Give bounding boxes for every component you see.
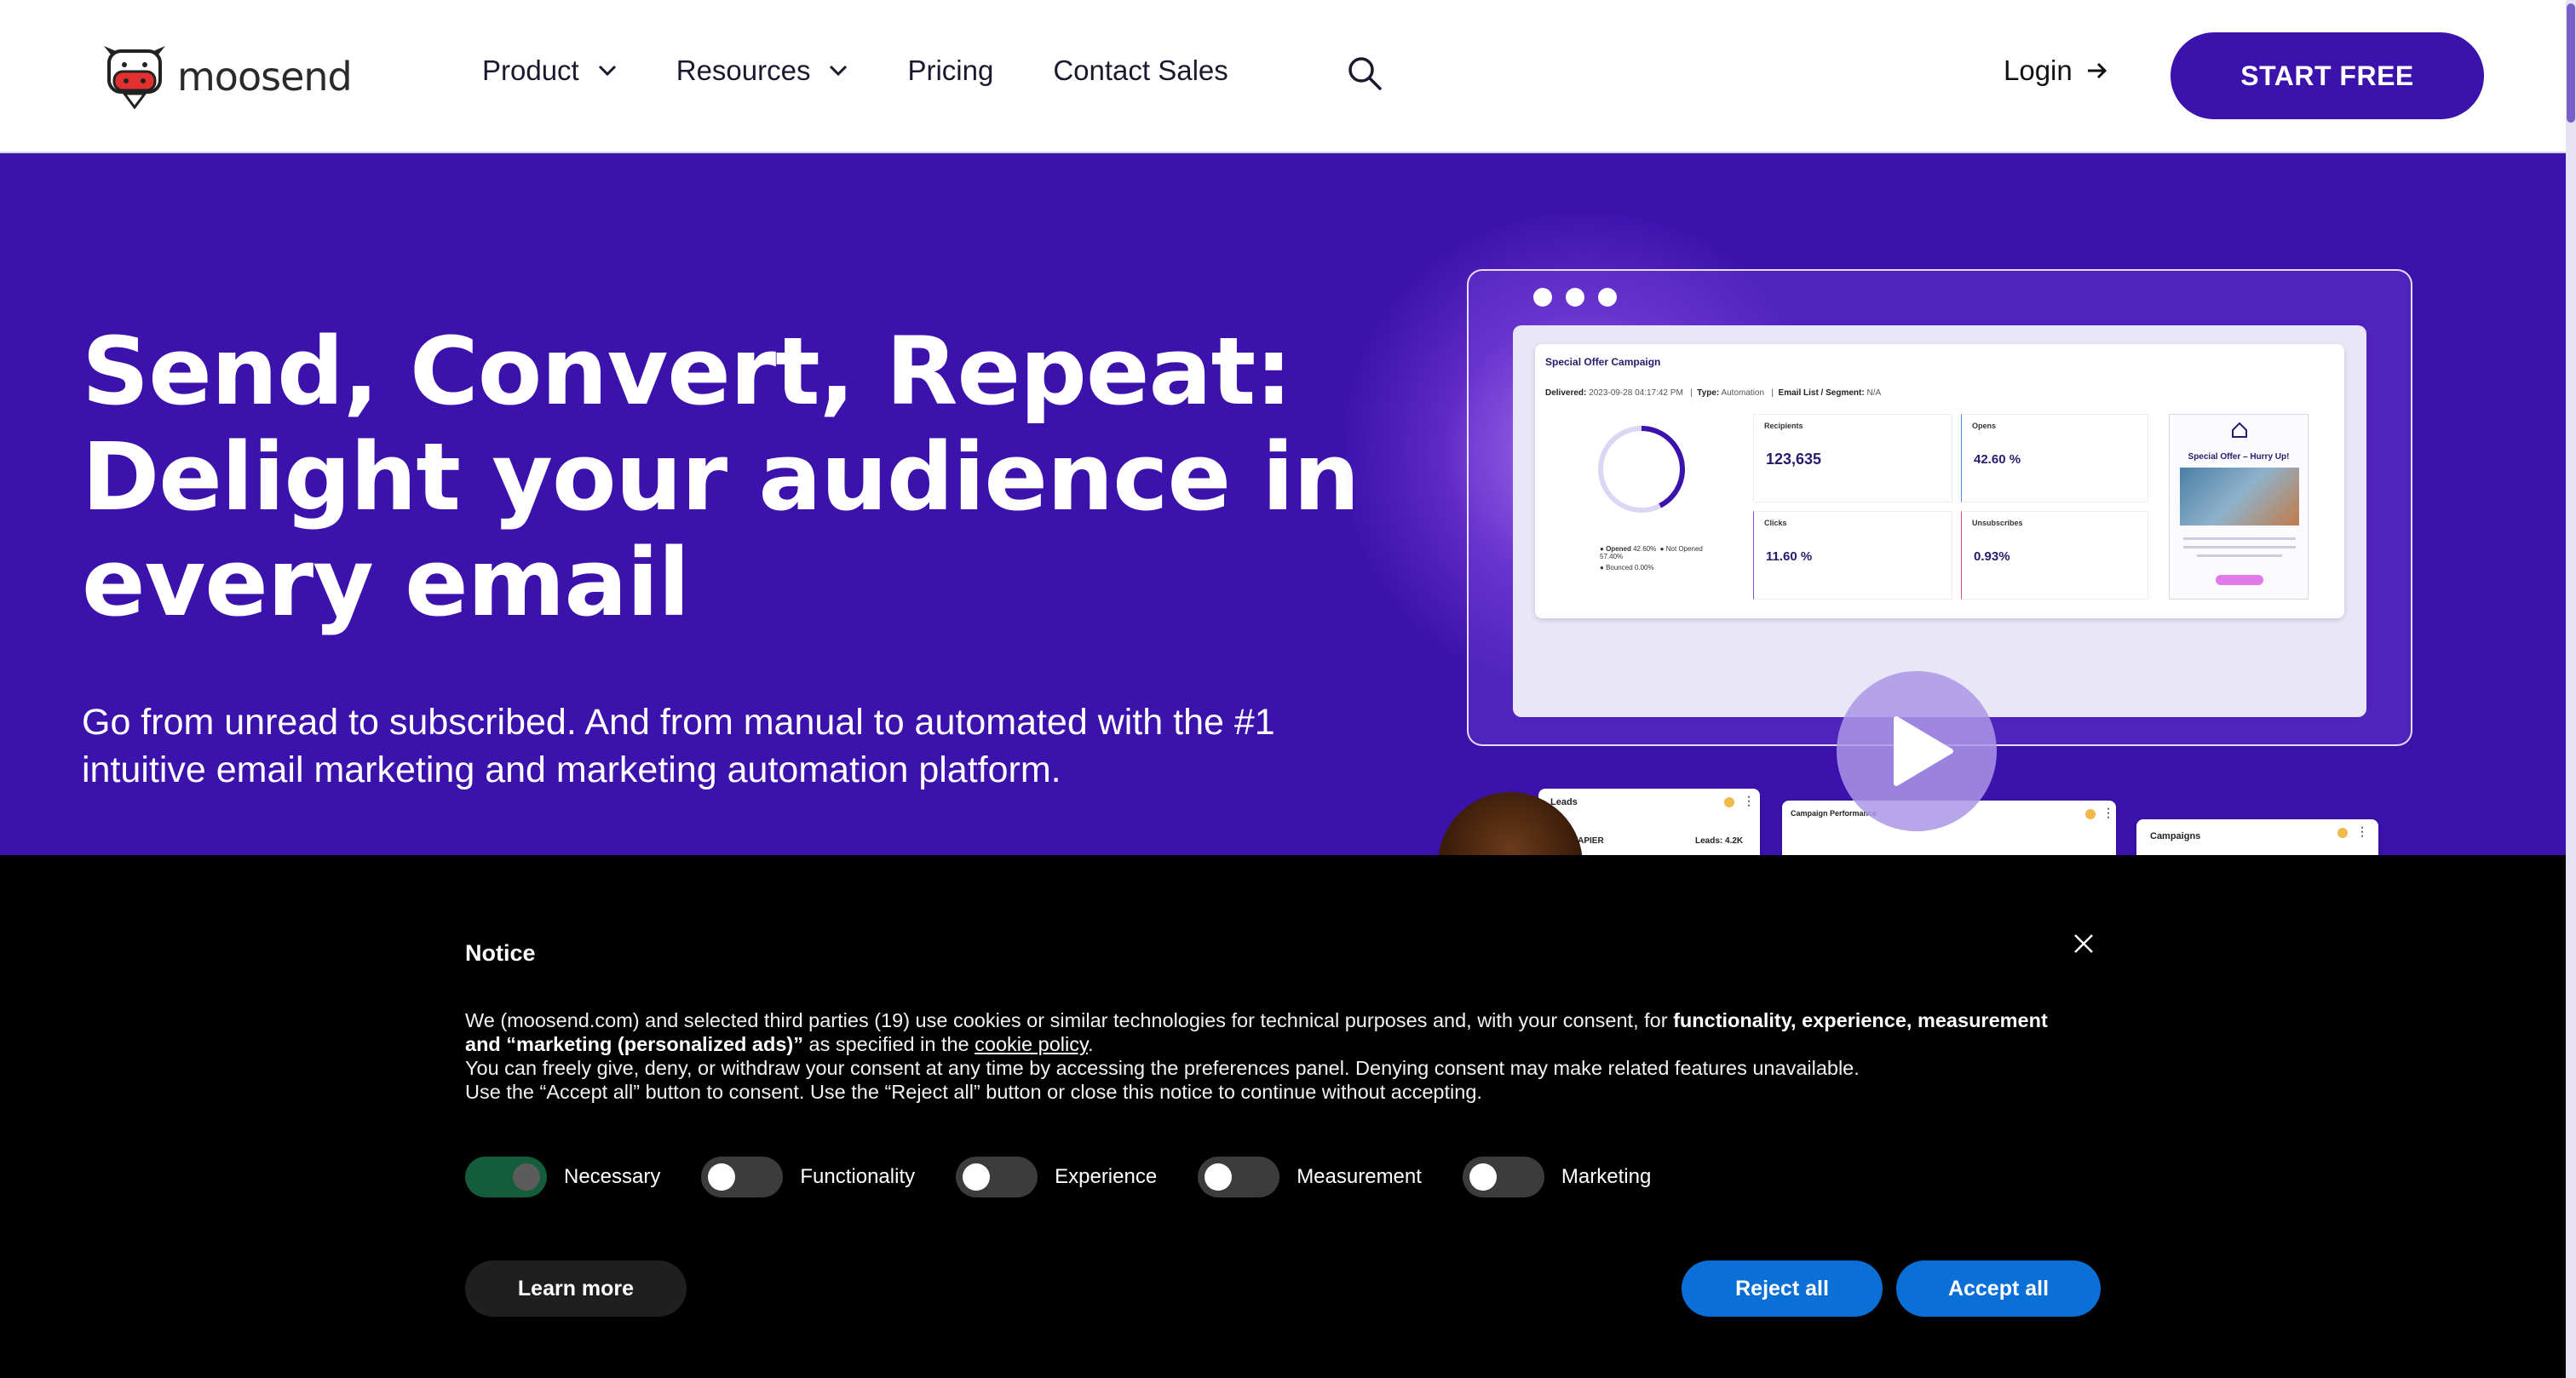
play-icon [1894, 716, 1953, 786]
page-scrollbar[interactable] [2566, 0, 2576, 1378]
necessary-toggle[interactable] [465, 1157, 547, 1197]
email-preview: Special Offer – Hurry Up! [2169, 414, 2309, 600]
email-preview-image [2180, 468, 2299, 525]
hero-subtitle: Go from unread to subscribed. And from m… [82, 702, 1275, 790]
notice-title: Notice [465, 940, 536, 966]
moosend-logo[interactable]: moosend [99, 43, 353, 111]
toggle-group-marketing: Marketing [1462, 1157, 1651, 1197]
nav-product[interactable]: Product [482, 55, 617, 87]
accept-all-button[interactable]: Accept all [1896, 1260, 2101, 1317]
toggle-group-necessary: Necessary [465, 1157, 660, 1197]
login-label: Login [2004, 55, 2073, 86]
toggle-group-measurement: Measurement [1198, 1157, 1422, 1197]
stat-clicks: Clicks 11.60 % [1753, 511, 1952, 600]
hero-title-line-2: Delight your audience in [82, 422, 1360, 531]
consent-toggles: Necessary Functionality Experience Measu… [465, 1157, 1692, 1197]
hero-title-line-1: Send, Convert, Repeat: [82, 317, 1292, 426]
toggle-group-experience: Experience [956, 1157, 1157, 1197]
play-video-button[interactable] [1837, 671, 1997, 831]
opens-donut-chart [1598, 426, 1685, 513]
stat-unsubscribes: Unsubscribes 0.93% [1961, 511, 2148, 600]
email-preview-title: Special Offer – Hurry Up! [2188, 452, 2290, 462]
measurement-toggle[interactable] [1198, 1157, 1280, 1197]
nav-contact-sales[interactable]: Contact Sales [1053, 55, 1228, 87]
experience-toggle[interactable] [956, 1157, 1038, 1197]
hero-title: Send, Convert, Repeat: Delight your audi… [82, 319, 1360, 635]
reject-all-button[interactable]: Reject all [1682, 1260, 1883, 1317]
hero-title-line-3: every email [82, 528, 690, 637]
main-nav: Product Resources Pricing Contact Sales [482, 55, 1288, 87]
nav-pricing[interactable]: Pricing [907, 55, 993, 87]
campaign-title: Special Offer Campaign [1545, 356, 1661, 368]
marketing-toggle[interactable] [1462, 1157, 1544, 1197]
stat-opens: Opens 42.60 % [1961, 414, 2148, 502]
site-header: moosend Product Resources Pricing Contac… [0, 0, 2566, 153]
nav-product-label: Product [482, 55, 579, 86]
learn-more-button[interactable]: Learn more [465, 1260, 687, 1317]
toggle-group-functionality: Functionality [701, 1157, 915, 1197]
home-icon [2232, 422, 2247, 438]
nav-pricing-label: Pricing [907, 55, 994, 86]
login-link[interactable]: Login [2004, 55, 2108, 87]
donut-legend: ● Opened 42.60% ● Not Opened 57.40% ● Bo… [1600, 545, 1703, 571]
stat-recipients: Recipients 123,635 [1753, 414, 1952, 502]
functionality-toggle[interactable] [701, 1157, 784, 1197]
start-free-button[interactable]: START FREE [2171, 32, 2484, 119]
search-icon[interactable] [1346, 55, 1383, 92]
email-preview-button [2216, 575, 2263, 585]
chevron-down-icon [598, 65, 616, 77]
nav-resources[interactable]: Resources [676, 55, 848, 87]
cookie-policy-link[interactable]: cookie policy [975, 1033, 1088, 1055]
arrow-right-icon [2087, 62, 2107, 79]
close-icon[interactable] [2072, 932, 2096, 956]
notice-text: We (moosend.com) and selected third part… [465, 1009, 2048, 1103]
scrollbar-thumb[interactable] [2567, 3, 2575, 123]
cookie-notice: Notice We (moosend.com) and selected thi… [0, 855, 2566, 1378]
cow-logo-icon [104, 46, 165, 110]
nav-resources-label: Resources [676, 55, 811, 86]
window-dots [1533, 288, 1630, 307]
logo-text: moosend [177, 54, 353, 100]
campaign-report-card: Special Offer Campaign Delivered: 2023-0… [1535, 344, 2344, 618]
chevron-down-icon [830, 65, 848, 77]
nav-contact-sales-label: Contact Sales [1053, 55, 1228, 86]
campaign-meta: Delivered: 2023-09-28 04:17:42 PM | Type… [1545, 388, 1882, 398]
